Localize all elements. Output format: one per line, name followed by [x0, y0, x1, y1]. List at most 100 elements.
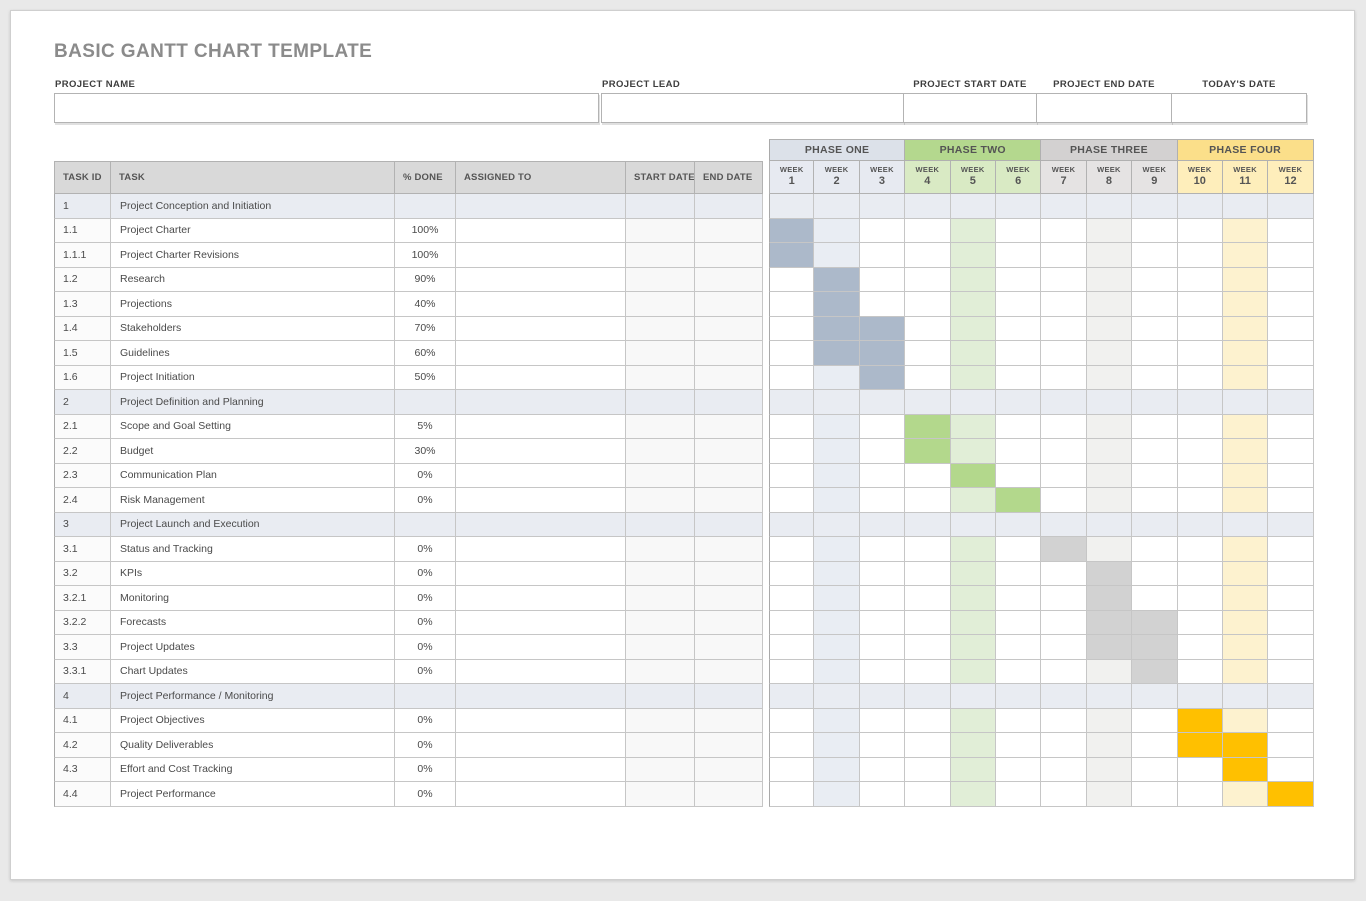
gantt-cell-week-5[interactable]: [951, 415, 996, 440]
gantt-cell-week-9[interactable]: [1132, 586, 1177, 611]
gantt-cell-week-8[interactable]: [1087, 415, 1132, 440]
percent-done-cell[interactable]: [395, 513, 456, 538]
gantt-cell-week-1[interactable]: [769, 513, 814, 538]
gantt-cell-week-9[interactable]: [1132, 758, 1177, 783]
task-id-cell[interactable]: 3.2: [54, 562, 111, 587]
end-date-cell[interactable]: [695, 194, 763, 219]
gantt-cell-week-3[interactable]: [860, 537, 905, 562]
start-date-cell[interactable]: [626, 292, 695, 317]
gantt-cell-week-11[interactable]: [1223, 611, 1268, 636]
task-cell[interactable]: Forecasts: [111, 611, 395, 636]
gantt-cell-week-11[interactable]: [1223, 194, 1268, 219]
start-date-cell[interactable]: [626, 562, 695, 587]
gantt-cell-week-11[interactable]: [1223, 317, 1268, 342]
gantt-cell-week-3[interactable]: [860, 586, 905, 611]
gantt-cell-week-8[interactable]: [1087, 684, 1132, 709]
gantt-cell-week-9[interactable]: [1132, 513, 1177, 538]
gantt-cell-week-7[interactable]: [1041, 709, 1086, 734]
gantt-cell-week-6[interactable]: [996, 415, 1041, 440]
gantt-cell-week-3[interactable]: [860, 219, 905, 244]
end-date-cell[interactable]: [695, 586, 763, 611]
gantt-cell-week-5[interactable]: [951, 292, 996, 317]
gantt-cell-week-7[interactable]: [1041, 464, 1086, 489]
gantt-cell-week-3[interactable]: [860, 684, 905, 709]
gantt-cell-week-12[interactable]: [1268, 464, 1313, 489]
gantt-cell-week-1[interactable]: [769, 464, 814, 489]
gantt-cell-week-5[interactable]: [951, 782, 996, 807]
percent-done-cell[interactable]: 50%: [395, 366, 456, 391]
gantt-cell-week-8[interactable]: [1087, 586, 1132, 611]
gantt-cell-week-10[interactable]: [1178, 415, 1223, 440]
gantt-cell-week-11[interactable]: [1223, 219, 1268, 244]
gantt-cell-week-7[interactable]: [1041, 758, 1086, 783]
end-date-cell[interactable]: [695, 341, 763, 366]
gantt-cell-week-3[interactable]: [860, 758, 905, 783]
end-date-cell[interactable]: [695, 464, 763, 489]
start-date-cell[interactable]: [626, 488, 695, 513]
start-date-cell[interactable]: [626, 782, 695, 807]
task-cell[interactable]: Project Launch and Execution: [111, 513, 395, 538]
gantt-cell-week-1[interactable]: [769, 635, 814, 660]
task-id-cell[interactable]: 3: [54, 513, 111, 538]
gantt-cell-week-8[interactable]: [1087, 660, 1132, 685]
gantt-cell-week-5[interactable]: [951, 660, 996, 685]
gantt-cell-week-12[interactable]: [1268, 684, 1313, 709]
percent-done-cell[interactable]: 0%: [395, 586, 456, 611]
gantt-cell-week-7[interactable]: [1041, 684, 1086, 709]
task-cell[interactable]: Projections: [111, 292, 395, 317]
start-date-cell[interactable]: [626, 439, 695, 464]
gantt-cell-week-4[interactable]: [905, 709, 950, 734]
gantt-cell-week-6[interactable]: [996, 268, 1041, 293]
assigned-to-cell[interactable]: [456, 660, 626, 685]
gantt-cell-week-8[interactable]: [1087, 243, 1132, 268]
assigned-to-cell[interactable]: [456, 513, 626, 538]
gantt-cell-week-4[interactable]: [905, 219, 950, 244]
gantt-cell-week-9[interactable]: [1132, 194, 1177, 219]
gantt-cell-week-11[interactable]: [1223, 782, 1268, 807]
percent-done-cell[interactable]: 60%: [395, 341, 456, 366]
gantt-cell-week-6[interactable]: [996, 562, 1041, 587]
end-date-cell[interactable]: [695, 243, 763, 268]
task-cell[interactable]: Project Objectives: [111, 709, 395, 734]
gantt-cell-week-8[interactable]: [1087, 292, 1132, 317]
task-id-cell[interactable]: 2.2: [54, 439, 111, 464]
gantt-cell-week-3[interactable]: [860, 366, 905, 391]
task-id-cell[interactable]: 4.2: [54, 733, 111, 758]
percent-done-cell[interactable]: [395, 194, 456, 219]
gantt-cell-week-2[interactable]: [814, 439, 859, 464]
gantt-cell-week-11[interactable]: [1223, 635, 1268, 660]
gantt-cell-week-4[interactable]: [905, 635, 950, 660]
project-lead-input[interactable]: [601, 93, 904, 123]
gantt-cell-week-10[interactable]: [1178, 341, 1223, 366]
gantt-cell-week-9[interactable]: [1132, 488, 1177, 513]
gantt-cell-week-9[interactable]: [1132, 635, 1177, 660]
assigned-to-cell[interactable]: [456, 194, 626, 219]
gantt-cell-week-7[interactable]: [1041, 390, 1086, 415]
gantt-cell-week-1[interactable]: [769, 733, 814, 758]
gantt-cell-week-12[interactable]: [1268, 243, 1313, 268]
gantt-cell-week-3[interactable]: [860, 439, 905, 464]
gantt-cell-week-3[interactable]: [860, 341, 905, 366]
gantt-cell-week-12[interactable]: [1268, 292, 1313, 317]
gantt-cell-week-10[interactable]: [1178, 709, 1223, 734]
gantt-cell-week-11[interactable]: [1223, 366, 1268, 391]
gantt-cell-week-10[interactable]: [1178, 562, 1223, 587]
gantt-cell-week-12[interactable]: [1268, 268, 1313, 293]
assigned-to-cell[interactable]: [456, 758, 626, 783]
project-start-date-input[interactable]: [903, 93, 1037, 123]
gantt-cell-week-12[interactable]: [1268, 415, 1313, 440]
gantt-cell-week-1[interactable]: [769, 366, 814, 391]
gantt-cell-week-8[interactable]: [1087, 513, 1132, 538]
gantt-cell-week-8[interactable]: [1087, 194, 1132, 219]
assigned-to-cell[interactable]: [456, 782, 626, 807]
gantt-cell-week-6[interactable]: [996, 733, 1041, 758]
end-date-cell[interactable]: [695, 366, 763, 391]
percent-done-cell[interactable]: 0%: [395, 537, 456, 562]
start-date-cell[interactable]: [626, 586, 695, 611]
assigned-to-cell[interactable]: [456, 733, 626, 758]
percent-done-cell[interactable]: 0%: [395, 709, 456, 734]
gantt-cell-week-8[interactable]: [1087, 562, 1132, 587]
gantt-cell-week-8[interactable]: [1087, 488, 1132, 513]
gantt-cell-week-10[interactable]: [1178, 464, 1223, 489]
task-cell[interactable]: Monitoring: [111, 586, 395, 611]
